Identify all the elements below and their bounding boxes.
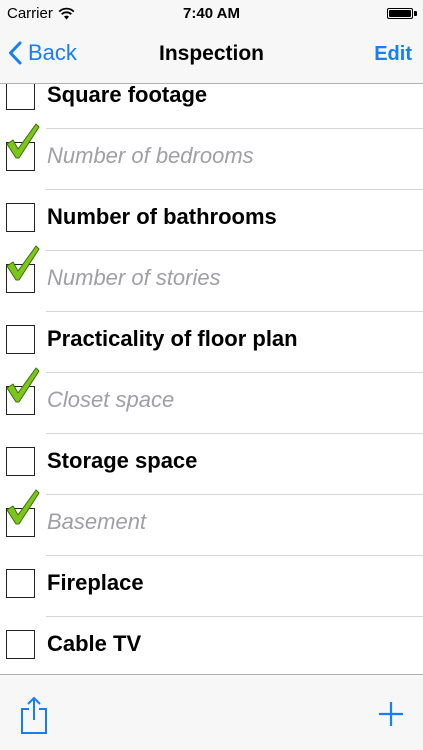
page-title: Inspection	[158, 42, 264, 65]
battery-nub	[414, 11, 417, 16]
battery-icon	[387, 8, 413, 19]
plus-icon[interactable]	[377, 700, 405, 728]
checklist-item[interactable]: Number of stories	[0, 245, 423, 312]
checkmark-icon	[6, 123, 40, 159]
checkbox-unchecked[interactable]	[6, 630, 35, 659]
status-bar: Carrier 7:40 AM	[0, 0, 423, 28]
checklist-item[interactable]: Fireplace	[0, 556, 423, 617]
checklist-item[interactable]: Number of bedrooms	[0, 123, 423, 190]
edit-button[interactable]: Edit	[374, 43, 412, 66]
screen: Carrier 7:40 AM Back Inspection Edit Squ…	[0, 0, 423, 750]
bottom-toolbar	[0, 674, 423, 750]
checkmark-icon	[6, 367, 40, 403]
checkbox-unchecked[interactable]	[6, 325, 35, 354]
checklist-item-label: Number of bedrooms	[47, 143, 254, 168]
battery-level	[389, 10, 411, 17]
checklist-item[interactable]: Storage space	[0, 434, 423, 495]
checklist: Square footage Number of bedrooms Number o…	[0, 84, 423, 674]
checklist-item-label: Square footage	[47, 84, 208, 107]
checklist-item-label: Practicality of floor plan	[47, 326, 298, 351]
checkmark-icon	[6, 245, 40, 281]
share-icon[interactable]	[18, 695, 50, 735]
checkbox-unchecked[interactable]	[6, 569, 35, 598]
checklist-item[interactable]: Cable TV	[0, 617, 423, 674]
checkbox-unchecked[interactable]	[6, 203, 35, 232]
checklist-item[interactable]: Practicality of floor plan	[0, 312, 423, 373]
checklist-item-label: Storage space	[47, 448, 198, 473]
checklist-item-label: Cable TV	[47, 631, 142, 656]
checkbox-unchecked[interactable]	[6, 447, 35, 476]
checklist-item-label: Basement	[47, 509, 147, 534]
checklist-item-label: Number of bathrooms	[47, 204, 277, 229]
checklist-item-label: Closet space	[47, 387, 175, 412]
checkmark-icon	[6, 489, 40, 525]
status-time: 7:40 AM	[183, 5, 240, 22]
checkbox-unchecked[interactable]	[6, 84, 35, 110]
checklist-item-label: Fireplace	[47, 570, 144, 595]
navigation-bar: Back Inspection Edit	[0, 28, 423, 84]
checklist-item[interactable]: Closet space	[0, 367, 423, 434]
checklist-item[interactable]: Basement	[0, 489, 423, 556]
checklist-item[interactable]: Square footage	[0, 84, 423, 129]
checklist-item-label: Number of stories	[47, 265, 221, 290]
checklist-item[interactable]: Number of bathrooms	[0, 190, 423, 251]
